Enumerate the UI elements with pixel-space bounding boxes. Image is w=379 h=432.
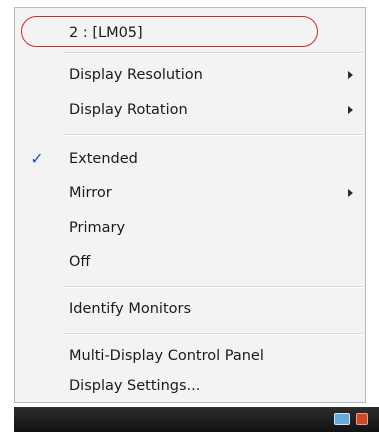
menu-item-monitor-lm05[interactable]: 2 : [LM05] [15,18,365,48]
menu-item-display-settings[interactable]: Display Settings... [15,371,365,401]
display-settings-label: Display Settings... [69,378,201,394]
mirror-label: Mirror [69,185,112,201]
monitor-tray-icon[interactable] [334,413,350,425]
off-label: Off [69,254,91,270]
menu-item-off[interactable]: Off [15,247,365,277]
submenu-arrow-icon [348,71,353,79]
identify-monitors-label: Identify Monitors [69,301,192,317]
menu-item-display-resolution[interactable]: Display Resolution [15,60,365,90]
taskbar [14,407,379,432]
monitor-label: 2 : [LM05] [69,25,143,41]
submenu-arrow-icon [348,106,353,114]
display-rotation-label: Display Rotation [69,102,188,118]
menu-item-mirror[interactable]: Mirror [15,178,365,208]
menu-item-primary[interactable]: Primary [15,213,365,243]
menu-separator [64,333,363,335]
menu-separator [64,134,363,136]
menu-separator [64,286,363,288]
menu-item-identify-monitors[interactable]: Identify Monitors [15,294,365,324]
menu-separator [64,52,363,54]
display-resolution-label: Display Resolution [69,67,203,83]
primary-label: Primary [69,220,126,236]
checkmark-icon: ✓ [30,149,44,168]
submenu-arrow-icon [348,189,353,197]
extended-label: Extended [69,151,138,167]
menu-item-multi-display-control-panel[interactable]: Multi-Display Control Panel [15,341,365,371]
alert-tray-icon[interactable] [356,413,368,425]
menu-item-display-rotation[interactable]: Display Rotation [15,95,365,125]
display-context-menu: 2 : [LM05] Display Resolution Display Ro… [14,7,366,403]
control-panel-label: Multi-Display Control Panel [69,348,264,364]
menu-item-extended[interactable]: ✓ Extended [15,144,365,174]
